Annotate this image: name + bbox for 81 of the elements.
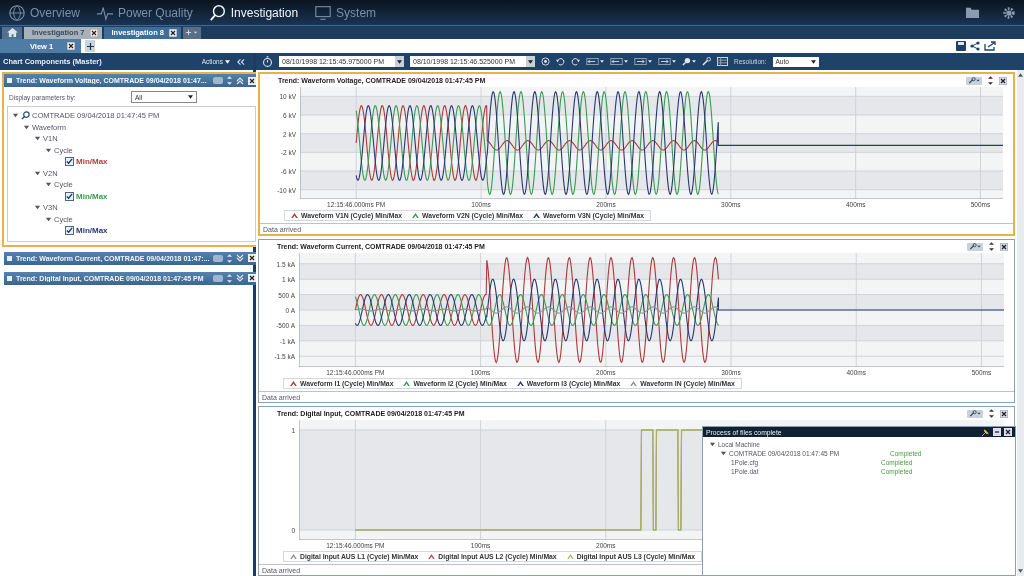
chevron-icon[interactable] xyxy=(236,274,245,282)
caret-icon xyxy=(648,60,652,63)
scrollbar[interactable] xyxy=(1017,70,1024,576)
square-icon xyxy=(7,78,12,83)
pan-dropdown-button[interactable] xyxy=(658,58,676,65)
settings-icon[interactable] xyxy=(1002,5,1016,20)
checkbox[interactable] xyxy=(65,157,74,167)
caret-icon[interactable] xyxy=(34,135,41,143)
caret-icon[interactable] xyxy=(34,204,41,212)
pan-dropdown-button[interactable] xyxy=(586,58,604,65)
tree-item[interactable]: Min/Max xyxy=(76,226,108,236)
stopwatch-icon[interactable] xyxy=(262,56,273,67)
caret-icon[interactable] xyxy=(528,59,533,64)
arrow-up-icon[interactable] xyxy=(1018,73,1023,77)
caret-icon xyxy=(692,60,696,63)
caret-icon xyxy=(810,59,816,64)
caret-icon xyxy=(672,60,676,63)
pan-dropdown-button[interactable] xyxy=(634,58,652,65)
caret-icon[interactable] xyxy=(709,441,716,448)
search-icon xyxy=(21,111,30,121)
redo-icon[interactable] xyxy=(571,57,580,66)
export-icon[interactable] xyxy=(984,41,996,51)
caret-icon xyxy=(225,59,230,64)
close-icon[interactable] xyxy=(248,76,257,85)
nav-tab[interactable]: Power Quality xyxy=(96,3,193,22)
chevron-icon[interactable] xyxy=(236,76,245,85)
checkbox[interactable] xyxy=(65,191,74,201)
close-icon[interactable] xyxy=(248,254,257,262)
add-tab-button[interactable] xyxy=(183,26,202,39)
chart-tools-button[interactable] xyxy=(966,76,982,85)
caret-icon xyxy=(624,60,628,63)
search-icon xyxy=(208,3,227,22)
caret-icon xyxy=(600,60,604,63)
reorder-icon[interactable] xyxy=(988,76,993,85)
monitor-icon xyxy=(314,3,333,22)
checkbox[interactable] xyxy=(65,226,74,236)
caret-icon[interactable] xyxy=(12,112,19,120)
globe-icon xyxy=(8,3,26,22)
tree-item[interactable]: Min/Max xyxy=(76,191,108,201)
close-icon[interactable] xyxy=(999,76,1007,85)
wrench-icon[interactable] xyxy=(702,57,711,66)
chart-tools-button[interactable] xyxy=(967,409,983,418)
tree-item[interactable]: Min/Max xyxy=(76,157,108,167)
zoom-dropdown-button[interactable] xyxy=(682,57,696,66)
close-icon[interactable] xyxy=(1004,428,1012,436)
close-icon[interactable] xyxy=(67,42,76,50)
pin-icon[interactable] xyxy=(981,427,990,437)
close-icon[interactable] xyxy=(169,28,178,37)
folder-icon[interactable] xyxy=(965,6,980,19)
close-icon[interactable] xyxy=(89,28,98,37)
undo-icon[interactable] xyxy=(556,57,565,66)
chevron-icon[interactable] xyxy=(236,254,245,262)
pan-dropdown-button[interactable] xyxy=(610,58,628,65)
minimize-icon[interactable] xyxy=(993,428,1001,436)
grid-icon[interactable] xyxy=(717,57,728,66)
caret-icon[interactable] xyxy=(23,123,30,131)
close-icon[interactable] xyxy=(1000,409,1008,418)
caret-icon[interactable] xyxy=(45,215,52,223)
arrow-down-icon[interactable] xyxy=(1018,569,1023,573)
nav-tab[interactable]: Investigation xyxy=(208,3,299,22)
nav-tab[interactable]: System xyxy=(314,3,377,22)
caret-icon[interactable] xyxy=(45,146,52,154)
caret-icon[interactable] xyxy=(34,169,41,177)
target-icon[interactable] xyxy=(541,57,550,66)
square-icon xyxy=(7,255,12,261)
caret-icon[interactable] xyxy=(45,181,52,189)
save-icon[interactable] xyxy=(956,41,966,51)
nav-tab[interactable]: Overview xyxy=(8,3,80,22)
collapse-icon[interactable] xyxy=(236,57,245,66)
close-icon[interactable] xyxy=(1000,242,1008,251)
chart-tools-button[interactable] xyxy=(967,242,983,251)
close-icon[interactable] xyxy=(248,274,257,282)
share-icon[interactable] xyxy=(970,41,980,51)
reorder-icon[interactable] xyxy=(989,242,994,251)
reorder-icon[interactable] xyxy=(989,409,994,418)
caret-icon[interactable] xyxy=(397,59,402,64)
home-button[interactable] xyxy=(2,26,22,39)
caret-icon[interactable] xyxy=(720,450,727,457)
add-view-button[interactable] xyxy=(85,40,96,52)
caret-icon xyxy=(188,95,193,99)
square-icon xyxy=(7,275,12,281)
